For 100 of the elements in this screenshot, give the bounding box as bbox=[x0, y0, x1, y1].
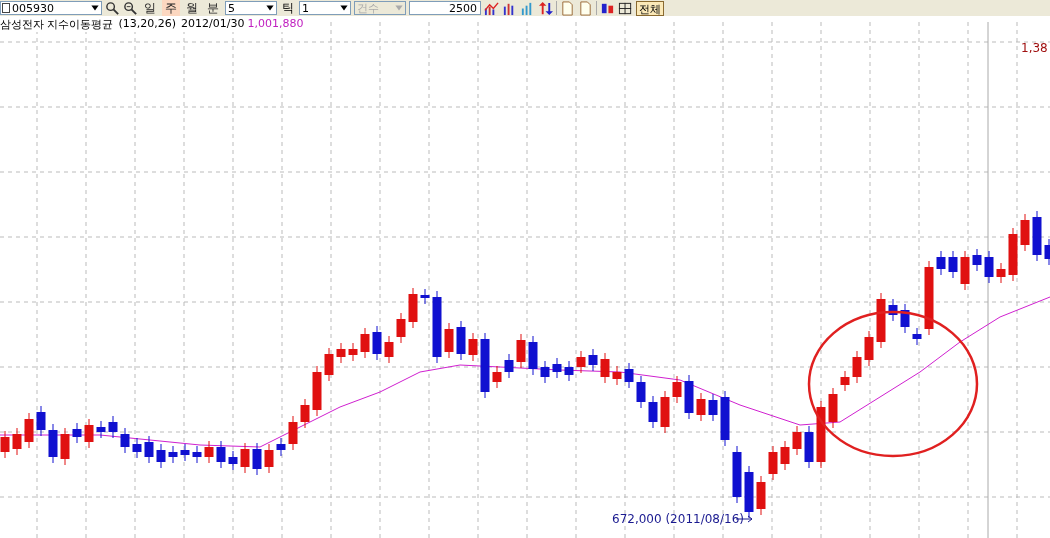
candlestick bbox=[156, 443, 166, 469]
candlestick bbox=[348, 342, 358, 362]
candlestick bbox=[996, 262, 1006, 284]
indicator-value: 1,001,880 bbox=[247, 17, 304, 32]
candlestick bbox=[576, 350, 586, 374]
candlestick bbox=[36, 405, 46, 437]
candlestick bbox=[108, 415, 118, 439]
line-chart-icon[interactable] bbox=[484, 0, 499, 16]
candlestick bbox=[984, 250, 994, 284]
candlestick bbox=[828, 387, 838, 429]
candlestick bbox=[336, 342, 346, 364]
candlestick bbox=[588, 348, 598, 372]
candlestick bbox=[120, 427, 130, 454]
candlestick bbox=[276, 437, 286, 457]
tick-dropdown[interactable]: 1 bbox=[299, 1, 351, 15]
stock-code-field[interactable]: 005930 bbox=[0, 1, 102, 15]
candlestick bbox=[1032, 210, 1042, 262]
candlestick bbox=[696, 392, 706, 422]
candlestick bbox=[768, 445, 778, 481]
candlestick bbox=[24, 412, 34, 449]
candlestick bbox=[840, 370, 850, 392]
candlestick bbox=[876, 292, 886, 349]
candlestick bbox=[564, 360, 574, 382]
list-icon bbox=[2, 3, 10, 13]
candlestick bbox=[72, 422, 82, 444]
candlestick bbox=[936, 250, 946, 276]
candlestick bbox=[264, 443, 274, 474]
candlestick bbox=[96, 420, 106, 439]
candlestick bbox=[408, 287, 418, 329]
candlestick bbox=[804, 425, 814, 469]
minute-dropdown[interactable]: 5 bbox=[225, 1, 277, 15]
candlestick bbox=[0, 430, 10, 459]
document-icon[interactable] bbox=[560, 0, 575, 16]
zoom-in-icon[interactable] bbox=[105, 0, 120, 16]
candlestick bbox=[456, 320, 466, 361]
candlestick bbox=[972, 248, 982, 272]
candlestick bbox=[216, 440, 226, 469]
candlestick bbox=[396, 312, 406, 344]
candlestick bbox=[12, 427, 22, 456]
period-tab[interactable]: 월 bbox=[183, 0, 201, 16]
candlestick bbox=[528, 335, 538, 376]
candlestick bbox=[228, 450, 238, 471]
indicator-title: 삼성전자 지수이동평균 bbox=[0, 17, 114, 32]
price-label: 1,38 bbox=[1021, 41, 1048, 55]
candlestick bbox=[288, 415, 298, 451]
candlestick bbox=[468, 332, 478, 362]
candlestick bbox=[192, 445, 202, 464]
period-tab[interactable]: 주 bbox=[162, 0, 180, 16]
candlestick bbox=[48, 423, 58, 464]
candlestick bbox=[240, 442, 250, 474]
candlestick bbox=[720, 390, 730, 447]
grid-icon[interactable] bbox=[618, 0, 633, 16]
low-price-annotation: 672,000 (2011/08/16) bbox=[612, 512, 744, 526]
candlestick bbox=[708, 393, 718, 422]
candlestick bbox=[816, 400, 826, 469]
candlestick bbox=[660, 390, 670, 434]
candlestick bbox=[744, 465, 754, 519]
candlestick bbox=[912, 327, 922, 346]
candlestick bbox=[300, 398, 310, 429]
candlestick bbox=[492, 365, 502, 389]
up-down-arrows-icon[interactable] bbox=[538, 0, 553, 16]
document-icon[interactable] bbox=[578, 0, 593, 16]
candlestick bbox=[1008, 227, 1018, 282]
candlestick bbox=[756, 475, 766, 516]
candlestick bbox=[792, 425, 802, 456]
candlestick bbox=[444, 322, 454, 359]
candlestick bbox=[504, 353, 514, 379]
candlestick bbox=[684, 374, 694, 420]
candlestick bbox=[168, 445, 178, 464]
period-tab[interactable]: 분 bbox=[204, 0, 222, 16]
candlestick bbox=[372, 325, 382, 361]
candlestick bbox=[888, 298, 898, 322]
candlestick bbox=[624, 362, 634, 389]
candlestick bbox=[420, 288, 430, 305]
indicator-params: (13,20,26) bbox=[118, 17, 177, 32]
candlestick bbox=[1020, 213, 1030, 252]
candlestick bbox=[648, 395, 658, 429]
candlestick bbox=[948, 250, 958, 279]
candlestick bbox=[84, 418, 94, 449]
candlestick bbox=[732, 445, 742, 504]
count-field[interactable]: 2500 bbox=[409, 1, 481, 15]
candlestick bbox=[552, 357, 562, 379]
candlestick bbox=[252, 442, 262, 476]
candlestick bbox=[612, 365, 622, 386]
tick-label: 틱 bbox=[281, 0, 295, 17]
candlestick bbox=[852, 350, 862, 384]
candlestick bbox=[780, 440, 790, 471]
candlestick bbox=[60, 427, 70, 466]
candlestick bbox=[672, 375, 682, 404]
candlestick bbox=[132, 437, 142, 459]
candlestick bbox=[144, 435, 154, 464]
all-button[interactable]: 전체 bbox=[636, 0, 664, 16]
candlestick bbox=[480, 332, 490, 399]
chart-date: 2012/01/30 bbox=[181, 17, 245, 32]
candlestick bbox=[180, 443, 190, 462]
candlestick bbox=[312, 365, 322, 417]
candlestick bbox=[900, 303, 910, 334]
candlestick bbox=[600, 352, 610, 384]
zoom-out-icon[interactable] bbox=[123, 0, 138, 16]
period-tab[interactable]: 일 bbox=[141, 0, 159, 16]
